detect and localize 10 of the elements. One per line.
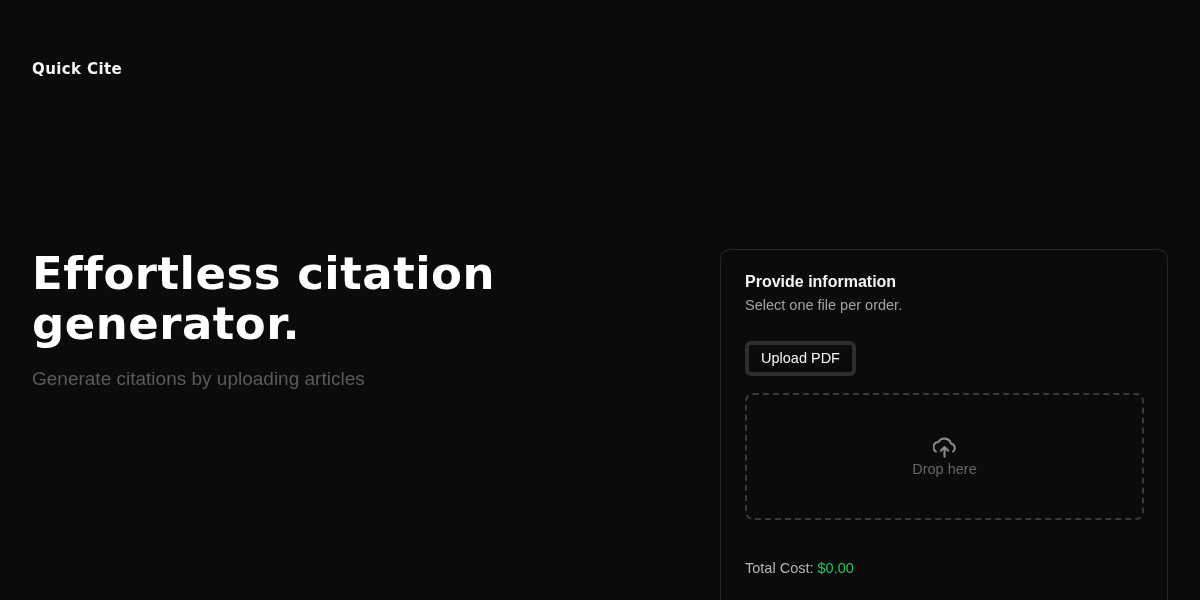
logo-link[interactable]: Quick Cite bbox=[32, 59, 123, 79]
card-title: Provide information bbox=[745, 272, 898, 292]
hero-heading: Effortless citation generator. bbox=[32, 249, 497, 349]
total-cost-value: $0.00 bbox=[817, 559, 854, 577]
hero-subtitle: Generate citations by uploading articles bbox=[32, 367, 366, 391]
cloud-upload-icon bbox=[933, 437, 956, 458]
upload-button[interactable]: Upload PDF bbox=[745, 341, 856, 376]
total-cost-label: Total Cost: bbox=[745, 559, 814, 577]
card-subtitle: Select one file per order. bbox=[745, 296, 904, 315]
drop-label: Drop here bbox=[912, 460, 977, 478]
